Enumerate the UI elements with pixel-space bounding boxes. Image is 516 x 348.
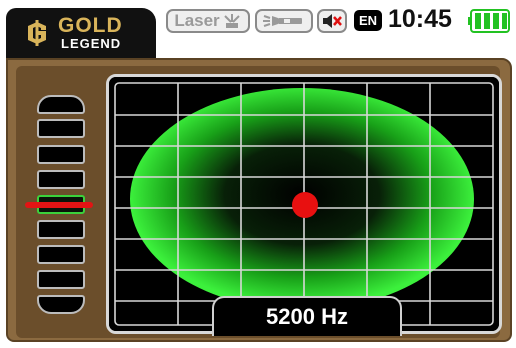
signal-level-marker — [25, 202, 93, 208]
device-screen: GOLD LEGEND Laser EN 10:45 5200 Hz — [0, 0, 516, 348]
target-field-graphic — [109, 77, 499, 331]
sound-muted-icon — [323, 14, 342, 28]
flashlight-button[interactable] — [255, 9, 313, 33]
meter-segment — [37, 170, 85, 189]
battery-icon — [468, 9, 510, 33]
meter-segment — [37, 270, 85, 289]
sound-button[interactable] — [317, 9, 347, 33]
laser-button[interactable]: Laser — [166, 9, 250, 33]
frequency-box: 5200 Hz — [212, 296, 402, 336]
gold-legend-logo-icon — [28, 20, 46, 46]
flashlight-icon — [263, 15, 302, 27]
meter-segment — [37, 145, 85, 164]
logo-tab: GOLD LEGEND — [6, 8, 156, 58]
target-dot — [292, 192, 318, 218]
meter-segment — [37, 95, 85, 114]
logo-text-gold: GOLD — [58, 14, 123, 37]
meter-segment — [37, 245, 85, 264]
meter-segment — [37, 119, 85, 138]
laser-label: Laser — [174, 11, 220, 30]
laser-beam-icon — [223, 14, 240, 28]
clock: 10:45 — [388, 5, 452, 33]
logo-text-legend: LEGEND — [61, 36, 122, 51]
target-display — [106, 74, 502, 334]
meter-segment — [37, 220, 85, 239]
frequency-readout: 5200 Hz — [266, 304, 348, 329]
meter-segment — [37, 295, 85, 314]
language-badge[interactable]: EN — [354, 10, 382, 31]
